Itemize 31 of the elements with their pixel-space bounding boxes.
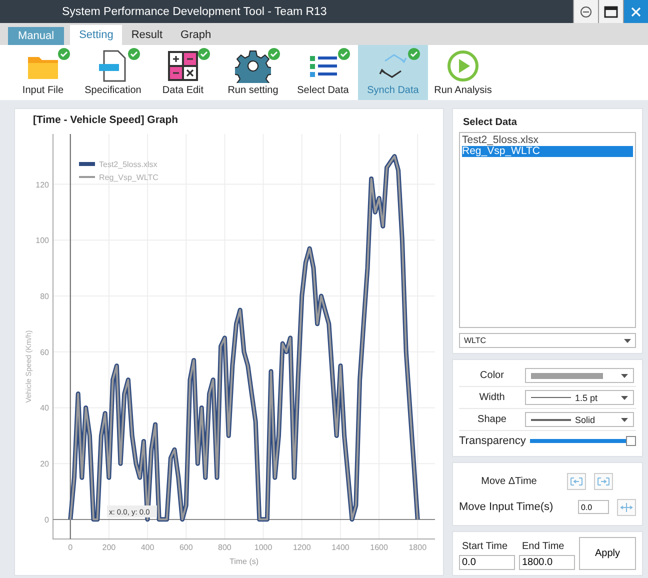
field-label: Transparency bbox=[459, 435, 526, 447]
axis-tick-label: 800 bbox=[218, 543, 232, 552]
axis-tick-label: 0 bbox=[44, 515, 49, 524]
axis-tick-label: 400 bbox=[140, 543, 154, 552]
axis-tick-label: 600 bbox=[179, 543, 193, 552]
axis-tick-label: 1000 bbox=[254, 543, 272, 552]
legend-label: Test2_5loss.xlsx bbox=[99, 160, 158, 169]
axis-tick-label: 1600 bbox=[370, 543, 388, 552]
graph-title: [Time - Vehicle Speed] Graph bbox=[32, 114, 180, 128]
axis-tick-label: 80 bbox=[40, 292, 49, 301]
panel-title: Select Data bbox=[463, 117, 518, 128]
axis-tick-label: 1800 bbox=[408, 543, 427, 552]
axis-tick-label: 20 bbox=[40, 460, 49, 469]
legend-label: Reg_Vsp_WLTC bbox=[99, 173, 158, 182]
axis-title: Time (s) bbox=[229, 557, 259, 566]
field-label: End Time bbox=[521, 541, 566, 552]
field-label: Start Time bbox=[461, 541, 509, 552]
axis-tick-label: 1400 bbox=[332, 543, 350, 552]
field-label: Move ΔTime bbox=[480, 476, 538, 486]
field-label: Shape bbox=[476, 414, 508, 425]
axis-tick-label: 120 bbox=[36, 180, 49, 190]
field-label: Color bbox=[479, 370, 505, 381]
window-title: System Performance Development Tool - Team R13 bbox=[62, 6, 328, 18]
axis-tick-label: 1200 bbox=[292, 543, 311, 552]
axis-tick-label: 200 bbox=[102, 543, 116, 552]
axis-tick-label: 60 bbox=[40, 348, 49, 357]
axis-tick-label: 100 bbox=[36, 236, 49, 246]
axis-tick-label: 40 bbox=[40, 404, 49, 413]
field-label: Move Input Time(s) bbox=[459, 501, 554, 513]
axis-tick-label: 0 bbox=[68, 543, 73, 552]
field-label: Width bbox=[478, 392, 506, 403]
